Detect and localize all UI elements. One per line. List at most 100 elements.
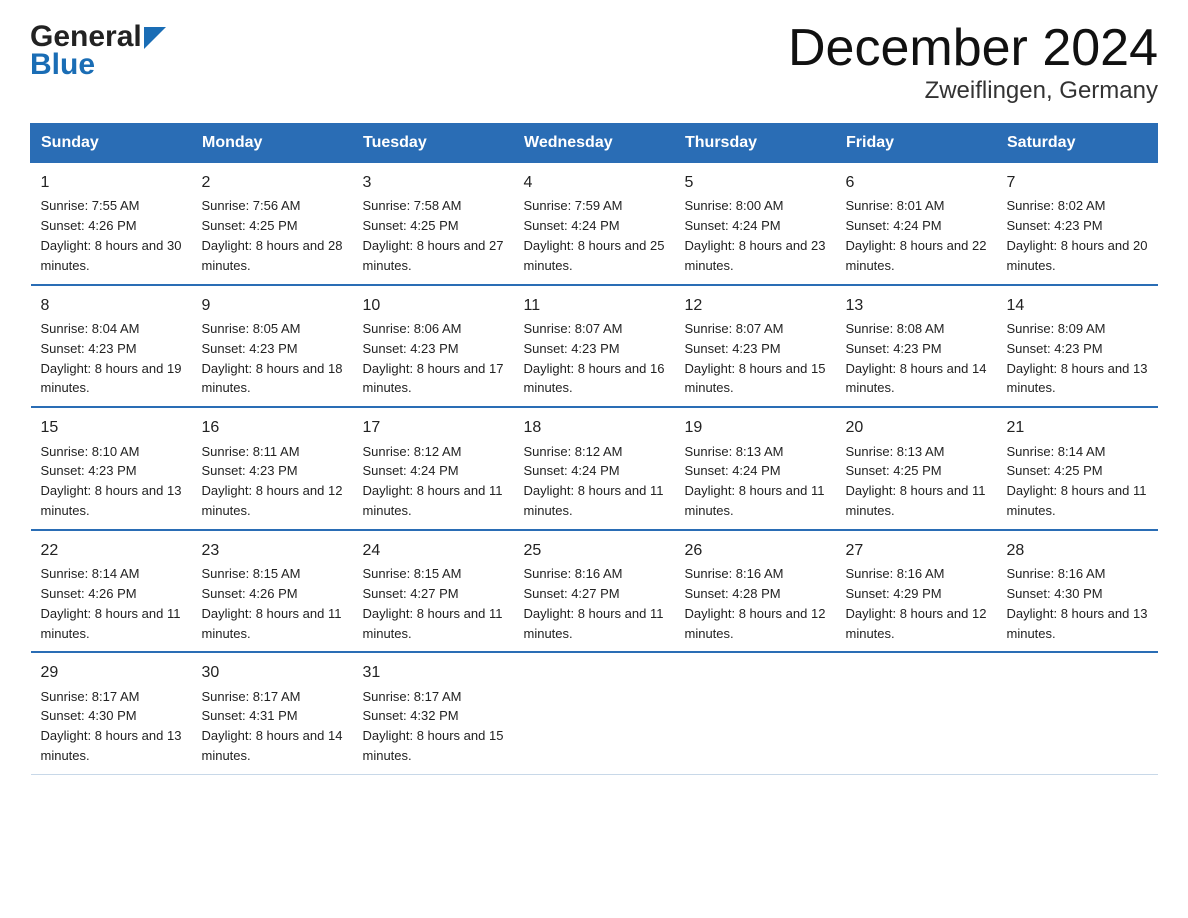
calendar-cell: 25 Sunrise: 8:16 AMSunset: 4:27 PMDayligh… (514, 530, 675, 653)
day-info: Sunrise: 8:08 AMSunset: 4:23 PMDaylight:… (846, 321, 987, 396)
day-number: 22 (41, 539, 182, 562)
calendar-cell: 26Sunrise: 8:16 AMSunset: 4:28 PMDayligh… (675, 530, 836, 653)
day-info: Sunrise: 8:07 AMSunset: 4:23 PMDaylight:… (685, 321, 826, 396)
day-number: 1 (41, 171, 182, 194)
calendar-cell: 1 Sunrise: 7:55 AMSunset: 4:26 PMDaylight… (31, 163, 192, 285)
day-number: 7 (1007, 171, 1148, 194)
calendar-cell: 14Sunrise: 8:09 AMSunset: 4:23 PMDayligh… (997, 285, 1158, 408)
day-number: 29 (41, 661, 182, 684)
calendar-cell: 18 Sunrise: 8:12 AMSunset: 4:24 PMDayligh… (514, 407, 675, 530)
day-number: 17 (363, 416, 504, 439)
calendar-cell: 16 Sunrise: 8:11 AMSunset: 4:23 PMDayligh… (192, 407, 353, 530)
day-number: 6 (846, 171, 987, 194)
calendar-cell: 23 Sunrise: 8:15 AMSunset: 4:26 PMDayligh… (192, 530, 353, 653)
day-info: Sunrise: 8:16 AMSunset: 4:27 PMDaylight:… (524, 566, 664, 641)
calendar-location: Zweiflingen, Germany (788, 77, 1158, 105)
calendar-cell: 29 Sunrise: 8:17 AMSunset: 4:30 PMDayligh… (31, 652, 192, 774)
day-number: 30 (202, 661, 343, 684)
calendar-cell: 6 Sunrise: 8:01 AMSunset: 4:24 PMDaylight… (836, 163, 997, 285)
day-number: 16 (202, 416, 343, 439)
day-info: Sunrise: 8:13 AMSunset: 4:25 PMDaylight:… (846, 444, 986, 519)
calendar-cell: 31 Sunrise: 8:17 AMSunset: 4:32 PMDayligh… (353, 652, 514, 774)
calendar-cell: 12 Sunrise: 8:07 AMSunset: 4:23 PMDayligh… (675, 285, 836, 408)
day-number: 28 (1007, 539, 1148, 562)
day-info: Sunrise: 8:11 AMSunset: 4:23 PMDaylight:… (202, 444, 343, 519)
day-info: Sunrise: 8:16 AMSunset: 4:30 PMDaylight:… (1007, 566, 1148, 641)
calendar-cell (675, 652, 836, 774)
day-number: 8 (41, 294, 182, 317)
day-info: Sunrise: 8:17 AMSunset: 4:31 PMDaylight:… (202, 689, 343, 764)
calendar-cell: 10 Sunrise: 8:06 AMSunset: 4:23 PMDayligh… (353, 285, 514, 408)
logo-blue-text: Blue (30, 48, 95, 82)
day-number: 20 (846, 416, 987, 439)
day-info: Sunrise: 8:13 AMSunset: 4:24 PMDaylight:… (685, 444, 825, 519)
day-info: Sunrise: 8:04 AMSunset: 4:23 PMDaylight:… (41, 321, 182, 396)
day-info: Sunrise: 8:15 AMSunset: 4:27 PMDaylight:… (363, 566, 503, 641)
calendar-title-block: December 2024 Zweiflingen, Germany (788, 20, 1158, 105)
calendar-cell: 22 Sunrise: 8:14 AMSunset: 4:26 PMDayligh… (31, 530, 192, 653)
calendar-cell: 11Sunrise: 8:07 AMSunset: 4:23 PMDayligh… (514, 285, 675, 408)
day-info: Sunrise: 7:59 AMSunset: 4:24 PMDaylight:… (524, 198, 665, 273)
day-info: Sunrise: 8:14 AMSunset: 4:25 PMDaylight:… (1007, 444, 1147, 519)
calendar-week-row: 1 Sunrise: 7:55 AMSunset: 4:26 PMDaylight… (31, 163, 1158, 285)
calendar-month-year: December 2024 (788, 20, 1158, 77)
calendar-week-row: 22 Sunrise: 8:14 AMSunset: 4:26 PMDayligh… (31, 530, 1158, 653)
calendar-cell: 7 Sunrise: 8:02 AMSunset: 4:23 PMDaylight… (997, 163, 1158, 285)
calendar-cell: 3 Sunrise: 7:58 AMSunset: 4:25 PMDaylight… (353, 163, 514, 285)
calendar-table: SundayMondayTuesdayWednesdayThursdayFrid… (30, 123, 1158, 775)
calendar-cell: 8 Sunrise: 8:04 AMSunset: 4:23 PMDaylight… (31, 285, 192, 408)
day-number: 10 (363, 294, 504, 317)
day-info: Sunrise: 8:01 AMSunset: 4:24 PMDaylight:… (846, 198, 987, 273)
weekday-header-thursday: Thursday (675, 124, 836, 163)
day-number: 3 (363, 171, 504, 194)
day-info: Sunrise: 8:14 AMSunset: 4:26 PMDaylight:… (41, 566, 181, 641)
calendar-cell: 9Sunrise: 8:05 AMSunset: 4:23 PMDaylight… (192, 285, 353, 408)
calendar-cell (997, 652, 1158, 774)
day-info: Sunrise: 8:00 AMSunset: 4:24 PMDaylight:… (685, 198, 826, 273)
day-info: Sunrise: 8:17 AMSunset: 4:30 PMDaylight:… (41, 689, 182, 764)
day-info: Sunrise: 8:15 AMSunset: 4:26 PMDaylight:… (202, 566, 342, 641)
page-header: General Blue December 2024 Zweiflingen, … (30, 20, 1158, 105)
calendar-cell: 5 Sunrise: 8:00 AMSunset: 4:24 PMDaylight… (675, 163, 836, 285)
day-number: 21 (1007, 416, 1148, 439)
day-number: 31 (363, 661, 504, 684)
day-info: Sunrise: 8:17 AMSunset: 4:32 PMDaylight:… (363, 689, 504, 764)
day-number: 5 (685, 171, 826, 194)
day-number: 15 (41, 416, 182, 439)
day-info: Sunrise: 8:16 AMSunset: 4:29 PMDaylight:… (846, 566, 987, 641)
day-info: Sunrise: 7:58 AMSunset: 4:25 PMDaylight:… (363, 198, 504, 273)
day-number: 27 (846, 539, 987, 562)
day-number: 24 (363, 539, 504, 562)
day-info: Sunrise: 8:02 AMSunset: 4:23 PMDaylight:… (1007, 198, 1148, 273)
calendar-week-row: 15 Sunrise: 8:10 AMSunset: 4:23 PMDayligh… (31, 407, 1158, 530)
calendar-cell: 19Sunrise: 8:13 AMSunset: 4:24 PMDayligh… (675, 407, 836, 530)
calendar-cell: 21 Sunrise: 8:14 AMSunset: 4:25 PMDayligh… (997, 407, 1158, 530)
day-number: 26 (685, 539, 826, 562)
calendar-week-row: 29 Sunrise: 8:17 AMSunset: 4:30 PMDayligh… (31, 652, 1158, 774)
weekday-header-friday: Friday (836, 124, 997, 163)
logo-arrow-icon (144, 27, 166, 49)
day-info: Sunrise: 8:10 AMSunset: 4:23 PMDaylight:… (41, 444, 182, 519)
calendar-cell: 13Sunrise: 8:08 AMSunset: 4:23 PMDayligh… (836, 285, 997, 408)
day-number: 4 (524, 171, 665, 194)
day-number: 2 (202, 171, 343, 194)
weekday-header-tuesday: Tuesday (353, 124, 514, 163)
calendar-cell: 2 Sunrise: 7:56 AMSunset: 4:25 PMDaylight… (192, 163, 353, 285)
calendar-cell: 27 Sunrise: 8:16 AMSunset: 4:29 PMDayligh… (836, 530, 997, 653)
weekday-header-monday: Monday (192, 124, 353, 163)
weekday-header-sunday: Sunday (31, 124, 192, 163)
day-info: Sunrise: 8:12 AMSunset: 4:24 PMDaylight:… (524, 444, 664, 519)
day-number: 12 (685, 294, 826, 317)
day-number: 18 (524, 416, 665, 439)
calendar-cell: 15 Sunrise: 8:10 AMSunset: 4:23 PMDayligh… (31, 407, 192, 530)
calendar-cell: 17Sunrise: 8:12 AMSunset: 4:24 PMDayligh… (353, 407, 514, 530)
weekday-header-saturday: Saturday (997, 124, 1158, 163)
day-number: 23 (202, 539, 343, 562)
calendar-week-row: 8 Sunrise: 8:04 AMSunset: 4:23 PMDaylight… (31, 285, 1158, 408)
calendar-cell (836, 652, 997, 774)
day-info: Sunrise: 7:55 AMSunset: 4:26 PMDaylight:… (41, 198, 182, 273)
day-info: Sunrise: 8:06 AMSunset: 4:23 PMDaylight:… (363, 321, 504, 396)
logo: General Blue (30, 20, 166, 82)
day-info: Sunrise: 7:56 AMSunset: 4:25 PMDaylight:… (202, 198, 343, 273)
day-number: 25 (524, 539, 665, 562)
